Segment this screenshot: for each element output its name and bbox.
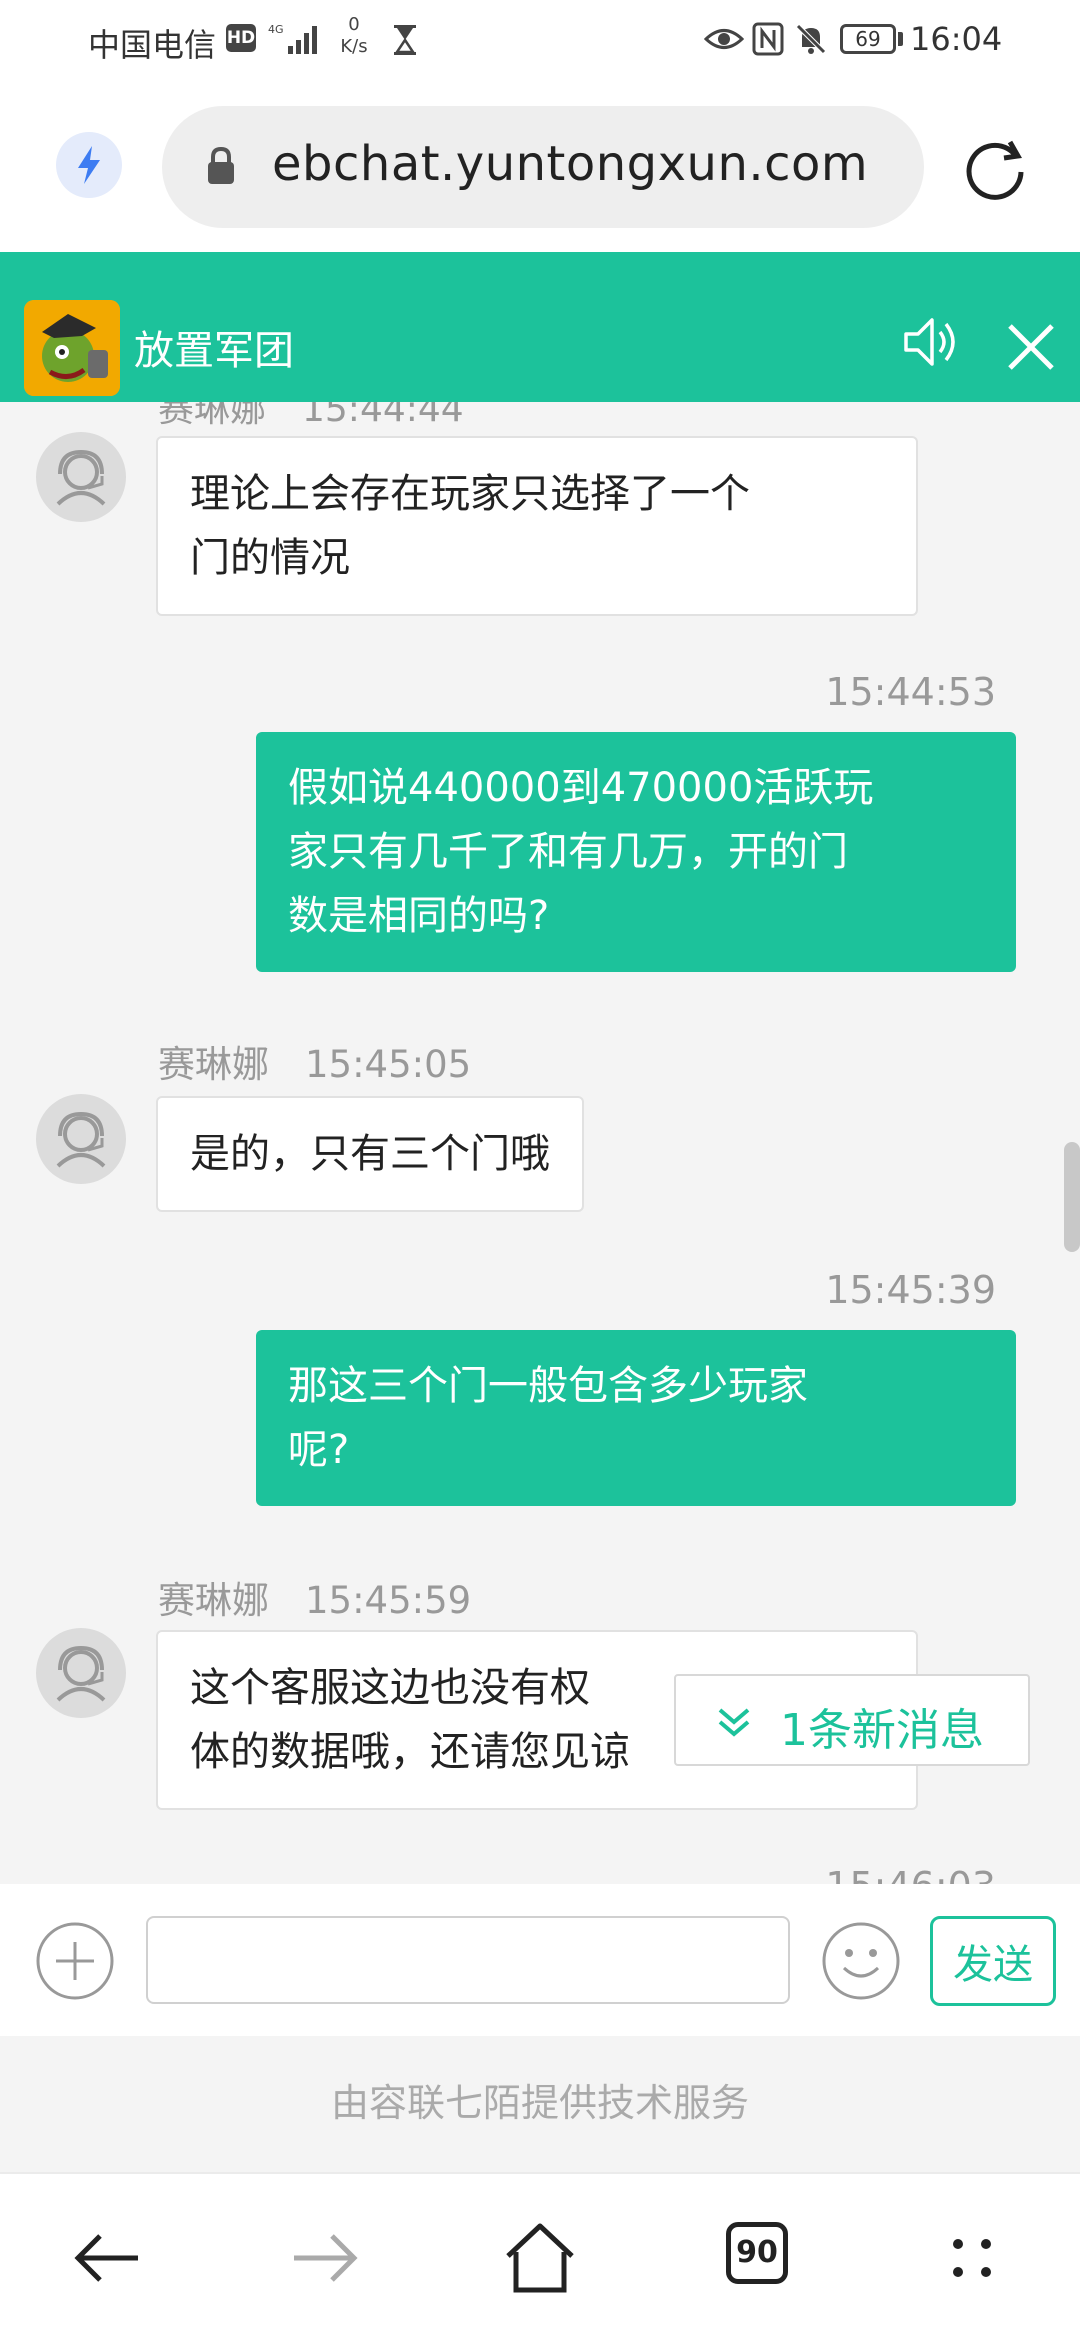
message-line: 假如说440000到470000活跃玩 [288, 765, 874, 811]
message-line: 是的，只有三个门哦 [190, 1131, 550, 1177]
nfc-icon [752, 22, 784, 56]
forward-arrow-icon[interactable] [276, 2210, 372, 2306]
agent-avatar [36, 1094, 126, 1184]
new-message-notice[interactable]: 1条新消息 [674, 1674, 1030, 1766]
send-button[interactable]: 发送 [930, 1916, 1056, 2006]
chat-message-list[interactable]: 赛琳娜 15:44:44 理论上会存在玩家只选择了一个 门的情况 15:44:5… [0, 402, 1080, 1884]
reload-icon[interactable] [960, 134, 1030, 204]
plus-icon[interactable] [34, 1920, 116, 2002]
sender-row: 赛琳娜 15:45:59 [158, 1570, 471, 1624]
lightning-icon [78, 146, 100, 184]
hourglass-icon [394, 25, 416, 55]
powered-by-text: 由容联七陌提供技术服务 [330, 2081, 749, 2125]
agent-avatar [36, 432, 126, 522]
chat-header: 放置军团 [0, 252, 1080, 402]
message-bubble-outgoing: 那这三个门一般包含多少玩家 呢? [256, 1330, 1016, 1506]
back-arrow-icon[interactable] [60, 2210, 156, 2306]
close-icon[interactable] [1004, 320, 1058, 374]
message-bubble-incoming: 是的，只有三个门哦 [156, 1096, 584, 1212]
home-icon[interactable] [492, 2210, 588, 2306]
sender-row: 赛琳娜 15:45:05 [158, 1034, 471, 1088]
message-composer: 发送 [0, 1884, 1080, 2036]
chat-title: 放置军团 [134, 328, 294, 374]
status-bar: 中国电信 HD 4G 0 K/s 69 16:04 [0, 0, 1080, 84]
scrollbar-thumb[interactable] [1064, 1142, 1080, 1252]
new-message-label: 1条新消息 [780, 1705, 984, 1756]
tabs-button[interactable]: 90 [726, 2222, 788, 2284]
double-chevron-down-icon [718, 1708, 750, 1737]
message-bubble-incoming: 理论上会存在玩家只选择了一个 门的情况 [156, 436, 918, 616]
customer-service-icon [56, 449, 106, 506]
message-bubble-outgoing: 假如说440000到470000活跃玩 家只有几千了和有几万，开的门 数是相同的… [256, 732, 1016, 972]
address-bar[interactable]: ebchat.yuntongxun.com [162, 106, 924, 228]
sender-name: 赛琳娜 [158, 1043, 269, 1086]
signal-icon: 4G [268, 23, 317, 54]
game-logo [24, 300, 120, 396]
eye-comfort-icon [704, 29, 744, 49]
network-speed-value: 0 [348, 14, 360, 35]
message-time: 15:45:59 [305, 1579, 472, 1622]
network-speed: 0 K/s [334, 14, 374, 58]
message-time: 15:45:39 [825, 1268, 996, 1312]
customer-service-icon [56, 1111, 106, 1168]
message-line: 数是相同的吗? [288, 893, 550, 939]
message-time: 15:45:05 [305, 1043, 472, 1086]
message-line: 理论上会存在玩家只选择了一个 [190, 471, 750, 517]
message-time-partial: 15:46:03 [825, 1864, 996, 1884]
url-text: ebchat.yuntongxun.com [272, 136, 869, 192]
agent-avatar [36, 1628, 126, 1718]
message-line: 那这三个门一般包含多少玩家 [288, 1363, 808, 1409]
message-input[interactable] [146, 1916, 790, 2004]
network-speed-unit: K/s [340, 36, 368, 57]
carrier-label: 中国电信 [88, 26, 217, 64]
emoji-icon[interactable] [820, 1920, 902, 2002]
speaker-icon[interactable] [900, 310, 964, 374]
menu-dots-icon[interactable] [924, 2210, 1020, 2306]
clock: 16:04 [910, 20, 1003, 58]
message-line: 家只有几千了和有几万，开的门 [288, 829, 848, 875]
quick-launch-button[interactable] [56, 132, 122, 198]
hd-voice-badge: HD [226, 24, 256, 52]
network-type-label: 4G [268, 23, 284, 36]
battery-indicator: 69 [840, 24, 896, 54]
partial-sender-row: 赛琳娜 15:44:44 [158, 402, 464, 430]
battery-tip [898, 32, 903, 46]
customer-service-icon [56, 1645, 106, 1702]
game-logo-image [24, 300, 120, 396]
browser-toolbar: ebchat.yuntongxun.com [0, 84, 1080, 252]
powered-by-footer: 由容联七陌提供技术服务 [0, 2036, 1080, 2172]
mute-bell-icon [796, 24, 826, 54]
lock-icon [208, 146, 234, 184]
browser-bottom-nav: 90 [0, 2172, 1080, 2340]
message-line: 呢? [288, 1427, 350, 1473]
message-time: 15:44:53 [825, 670, 996, 714]
message-line: 门的情况 [190, 535, 350, 581]
sender-name: 赛琳娜 [158, 1579, 269, 1622]
